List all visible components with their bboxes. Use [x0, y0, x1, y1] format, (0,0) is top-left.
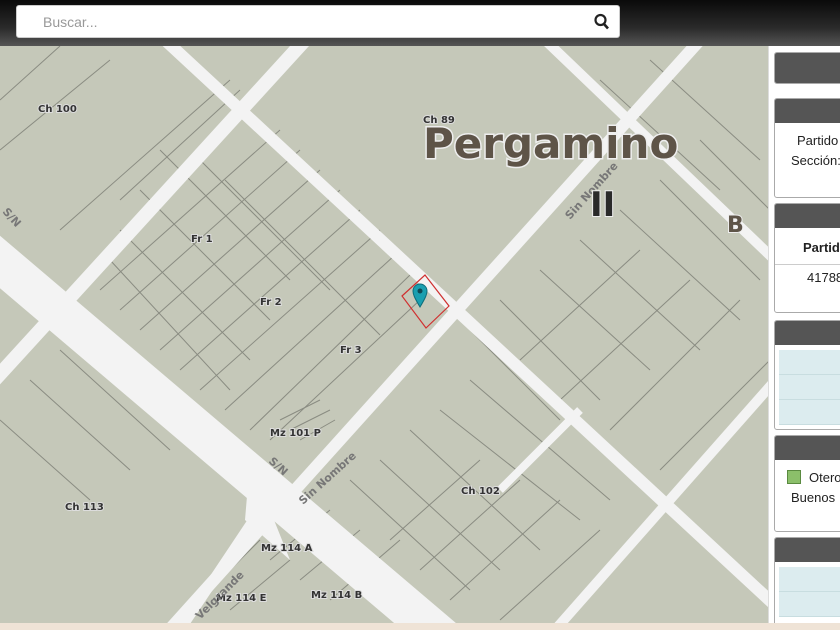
- parcel-label: Fr 3: [340, 345, 362, 356]
- parcel-label: Ch 102: [461, 486, 500, 497]
- parcel-label: Fr 2: [260, 297, 282, 308]
- zone-label: B: [727, 213, 744, 238]
- address-line1: Otero: [809, 470, 840, 485]
- search-input[interactable]: [43, 14, 583, 30]
- seccion-label: Sección:: [791, 153, 840, 168]
- city-label: Pergamino: [423, 119, 678, 168]
- parcel-label: Ch 113: [65, 502, 104, 513]
- location-card: Partido Sección:: [774, 98, 840, 198]
- partida-header: Partid: [775, 238, 840, 265]
- map-search-icon[interactable]: [787, 470, 801, 484]
- table-card: [774, 320, 840, 430]
- section-label: II: [590, 185, 615, 225]
- parcel-label: Mz 114 B: [311, 590, 362, 601]
- address-line2: Buenos: [791, 490, 836, 505]
- table-card-2: [774, 537, 840, 627]
- parcel-label: Mz 101 P: [270, 428, 321, 439]
- parcel-label: Ch 100: [38, 104, 77, 115]
- partido-label: Partido: [797, 133, 839, 148]
- parcel-label: Mz 114 A: [261, 543, 313, 554]
- bottom-bar: [0, 623, 840, 630]
- parcel-label: Fr 1: [191, 234, 213, 245]
- top-bar: [0, 0, 840, 46]
- info-panel: Partido Sección: Partid 41788 Otero Buen…: [768, 46, 840, 627]
- partida-card: Partid 41788: [774, 203, 840, 313]
- address-card: Otero Buenos: [774, 435, 840, 532]
- partida-value: 41788: [807, 270, 840, 285]
- search-box[interactable]: [16, 5, 620, 38]
- cadastral-map[interactable]: Ch 100 Ch 89 Fr 1 Fr 2 Fr 3 Mz 101 P Ch …: [0, 46, 770, 624]
- search-icon[interactable]: [593, 12, 611, 32]
- panel-header-card: [774, 52, 840, 84]
